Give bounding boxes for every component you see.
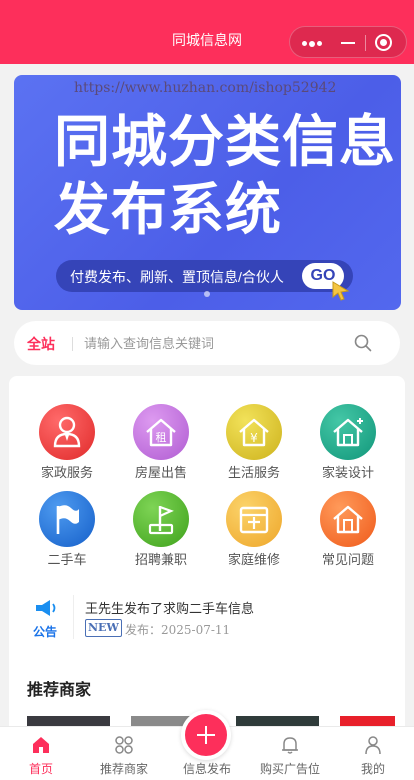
search-divider [72, 337, 73, 351]
promo-banner[interactable]: https://www.huzhan.com/ishop52942 同城分类信息… [14, 75, 401, 310]
pointer-icon [332, 281, 350, 301]
announcement-label: 公告 [33, 625, 58, 639]
more-icon[interactable] [302, 40, 324, 47]
new-badge: NEW [85, 619, 122, 637]
category-housekeeping[interactable]: 家政服务 [27, 404, 107, 484]
search-icon[interactable] [354, 334, 372, 352]
capsule-divider [365, 35, 366, 51]
user-icon [365, 736, 381, 755]
svg-text:¥: ¥ [250, 431, 258, 445]
tab-label: 推荐商家 [99, 762, 148, 776]
recruit-icon [133, 491, 189, 547]
banner-watermark: https://www.huzhan.com/ishop52942 [74, 80, 337, 96]
banner-headline-2: 发布系统 [54, 178, 282, 241]
tab-label: 购买广告位 [259, 762, 320, 776]
category-life-service[interactable]: ¥ 生活服务 [214, 404, 294, 484]
announcement-text[interactable]: 王先生发布了求购二手车信息 [85, 598, 254, 617]
banner-tagline: 付费发布、刷新、置顶信息/合伙人 [70, 269, 284, 285]
category-house-sale[interactable]: 租 房屋出售 [121, 404, 201, 484]
merchants-icon [115, 736, 133, 754]
announcement-bar[interactable]: 公告 王先生发布了求购二手车信息 NEW 发布：2025-07-11 [23, 590, 393, 645]
home-icon [33, 737, 49, 753]
category-label: 家政服务 [40, 465, 93, 480]
bell-icon [282, 737, 298, 754]
repair-icon [226, 491, 282, 547]
category-label: 招聘兼职 [134, 552, 187, 567]
flag-icon [39, 491, 95, 547]
search-input[interactable] [84, 331, 344, 355]
category-home-design[interactable]: 家装设计 [308, 404, 388, 484]
mini-program-capsule[interactable] [289, 26, 407, 58]
tab-label: 信息发布 [182, 762, 231, 776]
tab-label: 我的 [360, 762, 385, 776]
house-rent-icon: 租 [133, 404, 189, 460]
tab-me[interactable]: 我的 [332, 727, 414, 780]
category-label: 生活服务 [227, 465, 280, 480]
category-recruit[interactable]: 招聘兼职 [121, 491, 201, 571]
category-label: 家庭维修 [227, 552, 280, 567]
life-service-icon: ¥ [226, 404, 282, 460]
tab-label: 首页 [28, 762, 53, 776]
megaphone-icon [36, 600, 56, 616]
svg-text:租: 租 [156, 431, 167, 444]
carousel-indicator[interactable] [204, 291, 210, 297]
tab-buy-ad[interactable]: 购买广告位 [249, 727, 331, 780]
tab-home[interactable]: 首页 [0, 727, 82, 780]
announcement-divider [73, 595, 74, 639]
add-icon[interactable] [181, 710, 231, 760]
search-bar: 全站 [14, 321, 400, 365]
category-label: 二手车 [47, 552, 87, 567]
category-label: 家装设计 [321, 465, 374, 480]
category-label: 房屋出售 [134, 465, 187, 480]
minimize-icon[interactable] [341, 42, 355, 44]
announcement-date: 发布：2025-07-11 [125, 623, 231, 637]
merchants-section-title: 推荐商家 [27, 682, 92, 699]
home-design-icon [320, 404, 376, 460]
category-used-car[interactable]: 二手车 [27, 491, 107, 571]
tab-merchants[interactable]: 推荐商家 [83, 727, 165, 780]
category-label: 常见问题 [321, 552, 374, 567]
top-bar: 同城信息网 [0, 0, 414, 64]
search-scope[interactable]: 全站 [27, 334, 55, 354]
category-home-repair[interactable]: 家庭维修 [214, 491, 294, 571]
category-faq[interactable]: 常见问题 [308, 491, 388, 571]
faq-icon [320, 491, 376, 547]
close-target-icon[interactable] [375, 34, 392, 51]
housekeeping-icon [39, 404, 95, 460]
